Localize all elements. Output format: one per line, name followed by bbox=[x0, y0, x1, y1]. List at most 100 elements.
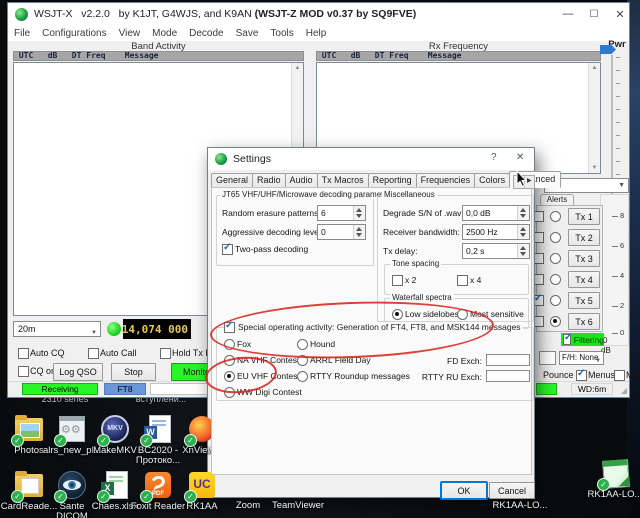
x4-checkbox[interactable] bbox=[457, 275, 468, 286]
na-vhf-radio[interactable] bbox=[224, 355, 235, 366]
menu-file[interactable]: File bbox=[8, 28, 36, 39]
close-button[interactable]: ✕ bbox=[607, 3, 633, 25]
fd-exch-input[interactable] bbox=[486, 354, 530, 366]
tx2-button[interactable]: Tx 2 bbox=[568, 229, 600, 246]
auto-call-checkbox[interactable] bbox=[88, 348, 99, 359]
frequency-value: 14,074 000 bbox=[122, 323, 191, 336]
settings-dialog-icon bbox=[215, 153, 227, 165]
minimize-button[interactable]: — bbox=[555, 3, 581, 25]
pwr-tick bbox=[612, 306, 618, 307]
tx4-button[interactable]: Tx 4 bbox=[568, 271, 600, 288]
log-qso-button[interactable]: Log QSO bbox=[53, 363, 103, 381]
eu-vhf-radio[interactable] bbox=[224, 371, 235, 382]
cancel-button[interactable]: Cancel bbox=[489, 482, 535, 499]
menu-decode[interactable]: Decode bbox=[183, 28, 229, 39]
tx4-radio[interactable] bbox=[550, 274, 561, 285]
scroll-up-icon[interactable]: ▲ bbox=[589, 65, 600, 71]
special-activity-checkbox[interactable] bbox=[224, 322, 235, 333]
fd-exch-label: FD Exch: bbox=[412, 356, 482, 366]
menus-checkbox[interactable] bbox=[576, 370, 587, 381]
scroll-down-icon[interactable]: ▼ bbox=[589, 165, 600, 171]
random-erasure-spinner[interactable]: 6 bbox=[317, 205, 366, 221]
settings-tab-bar: General Radio Audio Tx Macros Reporting … bbox=[211, 173, 533, 188]
tab-scroll-buttons[interactable]: ◀ ▶ bbox=[513, 175, 535, 189]
tab-colors[interactable]: Colors bbox=[474, 173, 510, 188]
fh-mode-combo[interactable]: F/H: None▼ bbox=[559, 351, 604, 365]
fh-count-input[interactable] bbox=[539, 351, 556, 365]
ww-digi-radio[interactable] bbox=[224, 387, 235, 398]
tab-general[interactable]: General bbox=[211, 173, 253, 188]
desktop-icon-label-rk1aa-log[interactable]: RK1AA-LO... bbox=[490, 500, 550, 511]
misc-group-title: Miscellaneous bbox=[382, 190, 437, 199]
tab-radio[interactable]: Radio bbox=[252, 173, 286, 188]
rtty-ru-exch-input[interactable] bbox=[486, 370, 530, 382]
status-receiving: Receiving bbox=[22, 383, 98, 395]
hold-tx-freq-checkbox[interactable] bbox=[160, 348, 171, 359]
dialog-close-button[interactable]: ✕ bbox=[516, 152, 524, 163]
hound-radio[interactable] bbox=[297, 339, 308, 350]
mini-label: Mini bbox=[626, 370, 640, 380]
menu-tools[interactable]: Tools bbox=[264, 28, 299, 39]
ok-button[interactable]: OK bbox=[441, 482, 487, 499]
menu-configurations[interactable]: Configurations bbox=[36, 28, 112, 39]
two-pass-checkbox[interactable] bbox=[222, 244, 233, 255]
band-activity-header: UTC dB DT Freq Message bbox=[13, 51, 304, 61]
help-button[interactable]: ? bbox=[491, 152, 497, 163]
cq-only-checkbox[interactable] bbox=[18, 366, 29, 377]
folder-photos-icon: ✓ bbox=[14, 414, 44, 444]
tx6-button[interactable]: Tx 6 bbox=[568, 313, 600, 330]
tab-reporting[interactable]: Reporting bbox=[368, 173, 417, 188]
desktop-icon-label-zoom[interactable]: Zoom bbox=[224, 500, 272, 511]
tab-audio[interactable]: Audio bbox=[285, 173, 318, 188]
scroll-up-icon[interactable]: ▲ bbox=[292, 65, 303, 71]
tx3-radio[interactable] bbox=[550, 253, 561, 264]
ww-digi-label: WW Digi Contest bbox=[237, 387, 302, 397]
tx1-radio[interactable] bbox=[550, 211, 561, 222]
low-sidelobes-radio[interactable] bbox=[392, 309, 403, 320]
menu-view[interactable]: View bbox=[113, 28, 147, 39]
rx-bandwidth-spinner[interactable]: 2500 Hz bbox=[462, 224, 530, 240]
tx5-button[interactable]: Tx 5 bbox=[568, 292, 600, 309]
tx-delay-spinner[interactable]: 0,2 s bbox=[462, 243, 530, 259]
hound-label: Hound bbox=[310, 339, 335, 349]
desktop-icon-rk1aa-uc[interactable]: UC ✓ RK1AA bbox=[173, 470, 231, 512]
auto-cq-checkbox[interactable] bbox=[18, 348, 29, 359]
menu-mode[interactable]: Mode bbox=[146, 28, 183, 39]
x2-checkbox[interactable] bbox=[392, 275, 403, 286]
tab-tx-macros[interactable]: Tx Macros bbox=[317, 173, 369, 188]
folder-icon: ✓ bbox=[14, 470, 44, 500]
most-sensitive-radio[interactable] bbox=[457, 309, 468, 320]
tx3-button[interactable]: Tx 3 bbox=[568, 250, 600, 267]
menu-help[interactable]: Help bbox=[300, 28, 333, 39]
tab-alerts[interactable]: Alerts bbox=[540, 194, 574, 205]
menu-save[interactable]: Save bbox=[230, 28, 265, 39]
filtering-toggle[interactable]: Filtering bbox=[561, 333, 604, 346]
dialog-title-bar[interactable]: Settings ? ✕ bbox=[208, 148, 534, 170]
band-select-combo[interactable]: 20m▼ bbox=[13, 321, 101, 337]
tx2-radio[interactable] bbox=[550, 232, 561, 243]
tx1-button[interactable]: Tx 1 bbox=[568, 208, 600, 225]
tab-scroll-left-icon[interactable]: ◀ bbox=[514, 176, 525, 188]
tx6-radio[interactable] bbox=[550, 316, 561, 327]
aggressive-level-spinner[interactable]: 0 bbox=[317, 224, 366, 240]
arrl-fd-radio[interactable] bbox=[297, 355, 308, 366]
green-notepad-icon: ✓ bbox=[600, 458, 630, 488]
pwr-tick-label: 0 bbox=[620, 328, 624, 337]
fox-radio[interactable] bbox=[224, 339, 235, 350]
tx5-radio[interactable] bbox=[550, 295, 561, 306]
title-bar[interactable]: WSJT-X v2.2.0 by K1JT, G4WJS, and K9AN (… bbox=[8, 3, 629, 25]
frequency-display[interactable]: 14,074 000 bbox=[123, 319, 191, 339]
stop-button[interactable]: Stop bbox=[111, 363, 156, 381]
resize-grip[interactable]: ◢ bbox=[621, 386, 627, 395]
maximize-button[interactable]: ☐ bbox=[581, 3, 607, 25]
degrade-spinner[interactable]: 0,0 dB bbox=[462, 205, 530, 221]
rtty-roundup-radio[interactable] bbox=[297, 371, 308, 382]
tab-frequencies[interactable]: Frequencies bbox=[416, 173, 476, 188]
desktop-icon-label-teamviewer[interactable]: TeamViewer bbox=[267, 500, 329, 511]
desktop-icon-rk1aa-log-notepad[interactable]: ✓ RK1AA-LO... bbox=[586, 458, 640, 500]
mini-checkbox[interactable] bbox=[614, 370, 625, 381]
pwr-tick-label: 6 bbox=[620, 241, 624, 250]
filtering-checkbox[interactable] bbox=[563, 334, 571, 345]
rx-frequency-scrollbar[interactable]: ▲ ▼ bbox=[588, 63, 600, 173]
tab-scroll-right-icon[interactable]: ▶ bbox=[525, 176, 535, 188]
